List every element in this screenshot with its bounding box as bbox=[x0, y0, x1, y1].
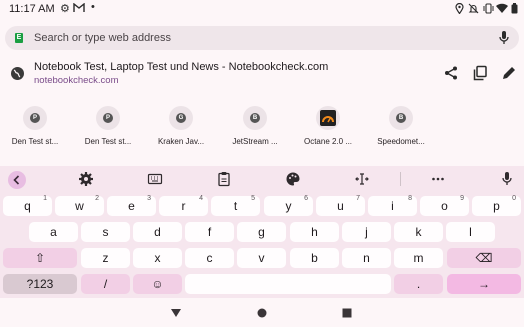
key-e[interactable]: e3 bbox=[107, 195, 156, 216]
tile-label: Den Test st... bbox=[11, 137, 59, 146]
enter-key[interactable]: → bbox=[447, 274, 521, 294]
key-k[interactable]: k bbox=[394, 222, 443, 242]
key-t[interactable]: t5 bbox=[211, 195, 260, 216]
key-f[interactable]: f bbox=[185, 222, 234, 242]
key-a[interactable]: a bbox=[29, 222, 78, 242]
wifi-icon bbox=[496, 3, 508, 16]
site-icon: G bbox=[169, 106, 193, 130]
navigation-bar bbox=[0, 298, 524, 327]
key-z[interactable]: z bbox=[81, 248, 130, 268]
slash-key[interactable]: / bbox=[81, 274, 130, 294]
battery-icon bbox=[511, 3, 518, 17]
key-c[interactable]: c bbox=[185, 248, 234, 268]
key-u[interactable]: u7 bbox=[316, 195, 365, 216]
key-y[interactable]: y6 bbox=[264, 195, 313, 216]
key-l[interactable]: l bbox=[446, 222, 495, 242]
gear-icon: ⚙ bbox=[60, 3, 70, 15]
key-n[interactable]: n bbox=[342, 248, 391, 268]
recents-icon[interactable] bbox=[341, 306, 353, 324]
address-input[interactable]: Search or type web address bbox=[34, 32, 171, 44]
tile-label: Speedomet... bbox=[377, 137, 425, 146]
share-icon[interactable] bbox=[443, 65, 459, 81]
key-s[interactable]: s bbox=[81, 222, 130, 242]
key-h[interactable]: h bbox=[290, 222, 339, 242]
keyboard-icon[interactable] bbox=[147, 171, 163, 187]
key-d[interactable]: d bbox=[133, 222, 182, 242]
key-i[interactable]: i8 bbox=[368, 195, 417, 216]
globe-icon bbox=[10, 66, 25, 81]
most-visited-tiles: P Den Test st... P Den Test st... G Krak… bbox=[0, 100, 524, 152]
settings-icon[interactable] bbox=[78, 171, 94, 187]
octane-logo-icon bbox=[316, 106, 340, 130]
key-v[interactable]: v bbox=[237, 248, 286, 268]
shift-key[interactable]: ⇧ bbox=[3, 248, 77, 268]
back-icon[interactable] bbox=[170, 306, 182, 324]
tile[interactable]: G Kraken Jav... bbox=[146, 100, 216, 152]
suggestion-row[interactable]: Notebook Test, Laptop Test und News - No… bbox=[0, 58, 524, 90]
address-bar[interactable]: E Search or type web address bbox=[5, 26, 519, 50]
key-b[interactable]: b bbox=[290, 248, 339, 268]
palette-icon[interactable] bbox=[285, 171, 301, 187]
site-icon: P bbox=[23, 106, 47, 130]
more-icon[interactable] bbox=[430, 171, 446, 187]
backspace-key[interactable]: ⌫ bbox=[447, 248, 521, 268]
text-cursor-icon[interactable] bbox=[354, 171, 370, 187]
toolbar-divider bbox=[400, 172, 401, 186]
key-j[interactable]: j bbox=[342, 222, 391, 242]
emoji-key[interactable]: ☺ bbox=[133, 274, 182, 294]
tile[interactable]: B Speedomet... bbox=[366, 100, 436, 152]
key-m[interactable]: m bbox=[394, 248, 443, 268]
tile-label: Den Test st... bbox=[84, 137, 132, 146]
mute-icon bbox=[468, 3, 479, 17]
home-icon[interactable] bbox=[256, 306, 268, 324]
status-bar: 11:17 AM ⚙ • bbox=[0, 0, 524, 20]
suggestion-url: notebookcheck.com bbox=[34, 75, 119, 86]
suggestion-title: Notebook Test, Laptop Test und News - No… bbox=[34, 61, 329, 73]
site-icon: B bbox=[389, 106, 413, 130]
mic-icon[interactable] bbox=[499, 171, 515, 187]
status-time: 11:17 AM bbox=[9, 3, 55, 15]
tile[interactable]: B JetStream ... bbox=[220, 100, 290, 152]
tile[interactable]: Octane 2.0 ... bbox=[293, 100, 363, 152]
key-q[interactable]: q1 bbox=[3, 195, 52, 216]
tile-label: Kraken Jav... bbox=[157, 137, 205, 146]
period-key[interactable]: . bbox=[394, 274, 443, 294]
tile-label: Octane 2.0 ... bbox=[303, 137, 353, 146]
vibrate-icon bbox=[483, 3, 494, 17]
tile[interactable]: P Den Test st... bbox=[73, 100, 143, 152]
dot-icon: • bbox=[91, 1, 95, 13]
copy-icon[interactable] bbox=[472, 65, 488, 81]
key-x[interactable]: x bbox=[133, 248, 182, 268]
site-icon: P bbox=[96, 106, 120, 130]
location-icon bbox=[455, 2, 464, 17]
key-w[interactable]: w2 bbox=[55, 195, 104, 216]
key-g[interactable]: g bbox=[237, 222, 286, 242]
symbols-key[interactable]: ?123 bbox=[3, 274, 77, 294]
keyboard-toolbar bbox=[0, 166, 524, 192]
gmail-icon bbox=[73, 2, 85, 16]
search-engine-icon: E bbox=[15, 33, 23, 43]
tile[interactable]: P Den Test st... bbox=[0, 100, 70, 152]
space-key[interactable] bbox=[185, 274, 391, 294]
mic-icon[interactable] bbox=[498, 30, 510, 46]
site-icon: B bbox=[243, 106, 267, 130]
chevron-left-icon[interactable] bbox=[8, 171, 26, 189]
edit-icon[interactable] bbox=[501, 65, 517, 81]
key-r[interactable]: r4 bbox=[159, 195, 208, 216]
key-o[interactable]: o9 bbox=[420, 195, 469, 216]
clipboard-icon[interactable] bbox=[216, 171, 232, 187]
soft-keyboard: q1 w2 e3 r4 t5 y6 u7 i8 o9 p0 a s d f g … bbox=[0, 166, 524, 298]
tile-label: JetStream ... bbox=[232, 137, 278, 146]
key-p[interactable]: p0 bbox=[472, 195, 521, 216]
